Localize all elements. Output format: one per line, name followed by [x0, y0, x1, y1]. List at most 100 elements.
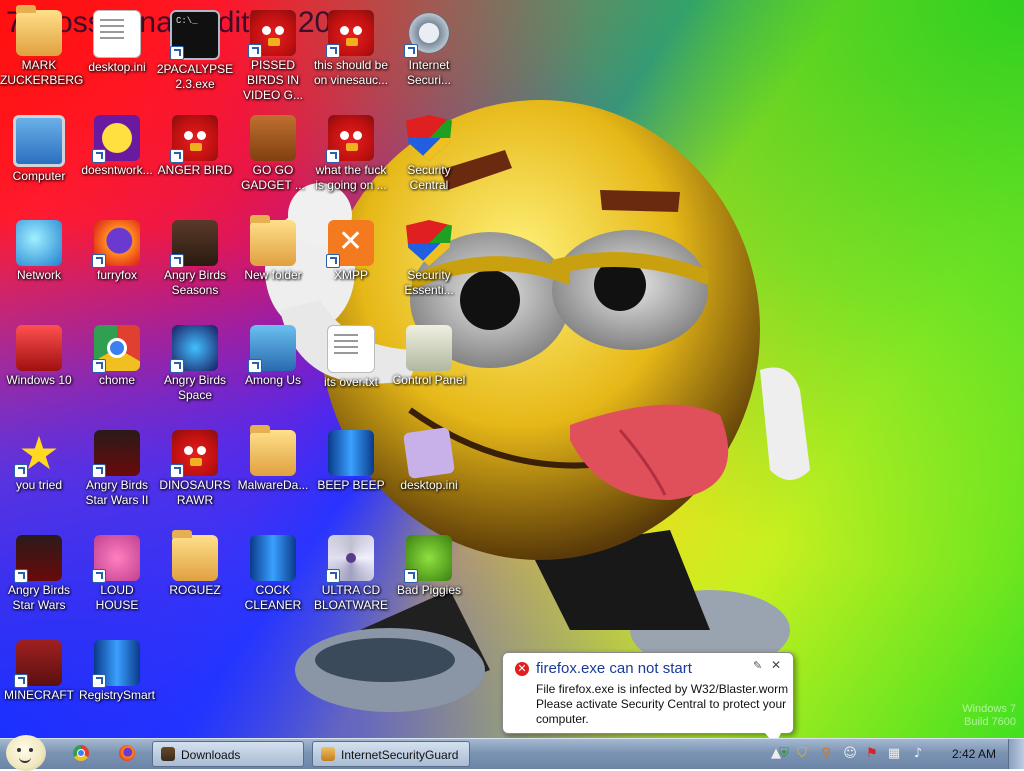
folder-icon: [250, 215, 296, 266]
star-icon: ★: [14, 430, 62, 478]
icon-xmpp[interactable]: XMPP: [312, 220, 390, 283]
bird-icon: [326, 115, 374, 163]
desktop-icon-label: desktop.ini: [88, 60, 146, 74]
icon-mark-zuckerberg[interactable]: MARK ZUCKERBERG: [0, 5, 84, 88]
minecraft-icon: [14, 640, 62, 688]
icon-windows-10[interactable]: Windows 10: [0, 325, 78, 388]
taskbar-internetsecurityguard[interactable]: InternetSecurityGuard: [312, 741, 470, 767]
volume-icon[interactable]: ♪: [910, 746, 926, 762]
icon-bad-piggies[interactable]: Bad Piggies: [390, 535, 468, 598]
shortcut-arrow-icon: [92, 359, 106, 373]
desktop-icon-label: ULTRA CD BLOATWARE: [313, 583, 388, 612]
folder-icon: [250, 425, 296, 476]
shortcut-arrow-icon: [326, 149, 340, 163]
icon-chome[interactable]: chome: [78, 325, 156, 388]
computer-icon: [13, 115, 65, 167]
shortcut-arrow-icon: [170, 254, 184, 268]
yahoo-icon: [92, 115, 140, 163]
taskbar-downloads-label: Downloads: [181, 748, 241, 762]
taskbar-clock[interactable]: 2:42 AM: [946, 739, 1002, 769]
desktop-icon-label: COCK CLEANER: [244, 583, 302, 612]
desktop-icon-label: LOUD HOUSE: [95, 583, 139, 612]
icon-minecraft[interactable]: MINECRAFT: [0, 640, 78, 703]
icon-ultra-cd-bloatware[interactable]: ULTRA CD BLOATWARE: [312, 535, 390, 613]
shortcut-arrow-icon: [248, 44, 262, 58]
taskbar-downloads[interactable]: Downloads: [152, 741, 304, 767]
cpanel-icon: [406, 325, 452, 371]
icon-doesntwork[interactable]: doesntwork...: [78, 115, 156, 178]
icon-what-the-fuck[interactable]: what the fuck is going on ...: [312, 115, 390, 193]
bird-icon: [248, 10, 296, 58]
icon-loud-house[interactable]: LOUD HOUSE: [78, 535, 156, 613]
pig-icon: [404, 535, 452, 583]
icon-2pacalypse[interactable]: 2PACALYPSE 2.3.exe: [156, 10, 234, 92]
desktop-icon-label: MINECRAFT: [4, 688, 74, 702]
starwars-icon: [92, 430, 140, 478]
icon-angry-birds-space[interactable]: Angry Birds Space: [156, 325, 234, 403]
start-button[interactable]: [6, 735, 46, 771]
icon-this-should-be[interactable]: this should be on vinesauc...: [312, 10, 390, 88]
icon-you-tried[interactable]: ★ you tried: [0, 430, 78, 493]
icon-dinosaurs-rawr[interactable]: DINOSAURS RAWR: [156, 430, 234, 508]
taskbar-pinned-chrome[interactable]: [64, 742, 98, 766]
desktop[interactable]: 7 MossKanae Edition 2012: [0, 0, 1024, 738]
security-alert-icon[interactable]: ⛉: [794, 746, 810, 762]
icon-registrysmart[interactable]: RegistrySmart: [78, 640, 156, 703]
desktop-icon-label: RegistrySmart: [78, 688, 155, 702]
icon-beep-beep[interactable]: BEEP BEEP: [312, 430, 390, 493]
notification-line-2: Please activate Security Central to prot…: [536, 697, 787, 711]
icon-anger-bird[interactable]: ANGER BIRD: [156, 115, 234, 178]
desktop-icon-label: Angry Birds Seasons: [163, 268, 227, 297]
icon-security-essentials[interactable]: Security Essenti...: [390, 220, 468, 298]
desktop-icon-label: MalwareDa...: [237, 478, 309, 492]
icon-new-folder[interactable]: New folder: [234, 215, 312, 283]
icon-angry-birds-seasons[interactable]: Angry Birds Seasons: [156, 220, 234, 298]
infection-notification-balloon[interactable]: ✕ firefox.exe can not start ✎ ✕ File fir…: [502, 652, 794, 745]
icon-desktop-ini-1[interactable]: desktop.ini: [78, 10, 156, 75]
shortcut-arrow-icon: [406, 149, 418, 161]
desktop-icon-label: MARK ZUCKERBERG: [0, 58, 84, 87]
network-icon[interactable]: ▦: [886, 746, 902, 762]
downloads-window-icon: [161, 747, 175, 761]
blue-rect-icon: [92, 640, 140, 688]
desktop-icon-label: Computer: [12, 169, 66, 183]
close-icon[interactable]: ✕: [771, 658, 781, 672]
notification-line-3: computer.: [536, 712, 589, 726]
wallpaper-brand: Windows 7 Build 7600: [962, 703, 1016, 729]
icon-among-us[interactable]: Among Us: [234, 325, 312, 388]
cmd-icon: [170, 10, 220, 60]
icon-go-go-gadget[interactable]: GO GO GADGET ...: [234, 115, 312, 193]
shield-icon[interactable]: ⛨: [776, 746, 792, 762]
briefcase-icon: [250, 115, 296, 161]
icon-roguez[interactable]: ROGUEZ: [156, 530, 234, 598]
icon-angry-birds-star-wars[interactable]: Angry Birds Star Wars: [0, 535, 78, 613]
notification-title[interactable]: firefox.exe can not start: [536, 660, 692, 677]
icon-security-central[interactable]: Security Central: [390, 115, 468, 193]
internetsecurityguard-window-icon: [321, 747, 335, 761]
shortcut-arrow-icon: [14, 464, 28, 478]
icon-desktop-ini-2[interactable]: desktop.ini: [390, 427, 468, 493]
action-center-icon[interactable]: ⚑: [864, 746, 880, 762]
icon-internet-security[interactable]: Internet Securi...: [390, 10, 468, 88]
icon-malwareda[interactable]: MalwareDa...: [234, 425, 312, 493]
icon-angry-birds-star-wars-ii[interactable]: Angry Birds Star Wars II: [78, 430, 156, 508]
show-desktop-button[interactable]: [1008, 739, 1024, 769]
icon-its-over[interactable]: its over.txt: [312, 325, 390, 390]
taskbar-pinned-firefox[interactable]: [110, 742, 144, 766]
pinkbird-icon: [92, 535, 140, 583]
icon-furryfox[interactable]: furryfox: [78, 220, 156, 283]
desktop-icon-label: Control Panel: [392, 373, 466, 387]
messenger-icon[interactable]: ☺: [842, 746, 858, 762]
icon-pissed-birds[interactable]: PISSED BIRDS IN VIDEO G...: [234, 10, 312, 103]
icon-cock-cleaner[interactable]: COCK CLEANER: [234, 535, 312, 613]
bird-icon: [170, 115, 218, 163]
icon-computer[interactable]: Computer: [0, 115, 78, 184]
icon-control-panel[interactable]: Control Panel: [390, 325, 468, 388]
notes-icon: [403, 427, 455, 479]
search-icon[interactable]: ⚲: [818, 746, 834, 762]
desktop-icon-label: Bad Piggies: [396, 583, 462, 597]
desktop-icon-label: what the fuck is going on ...: [315, 163, 387, 192]
icon-network[interactable]: Network: [0, 220, 78, 283]
pin-icon[interactable]: ✎: [753, 659, 762, 672]
desktop-icon-label: DINOSAURS RAWR: [159, 478, 231, 507]
